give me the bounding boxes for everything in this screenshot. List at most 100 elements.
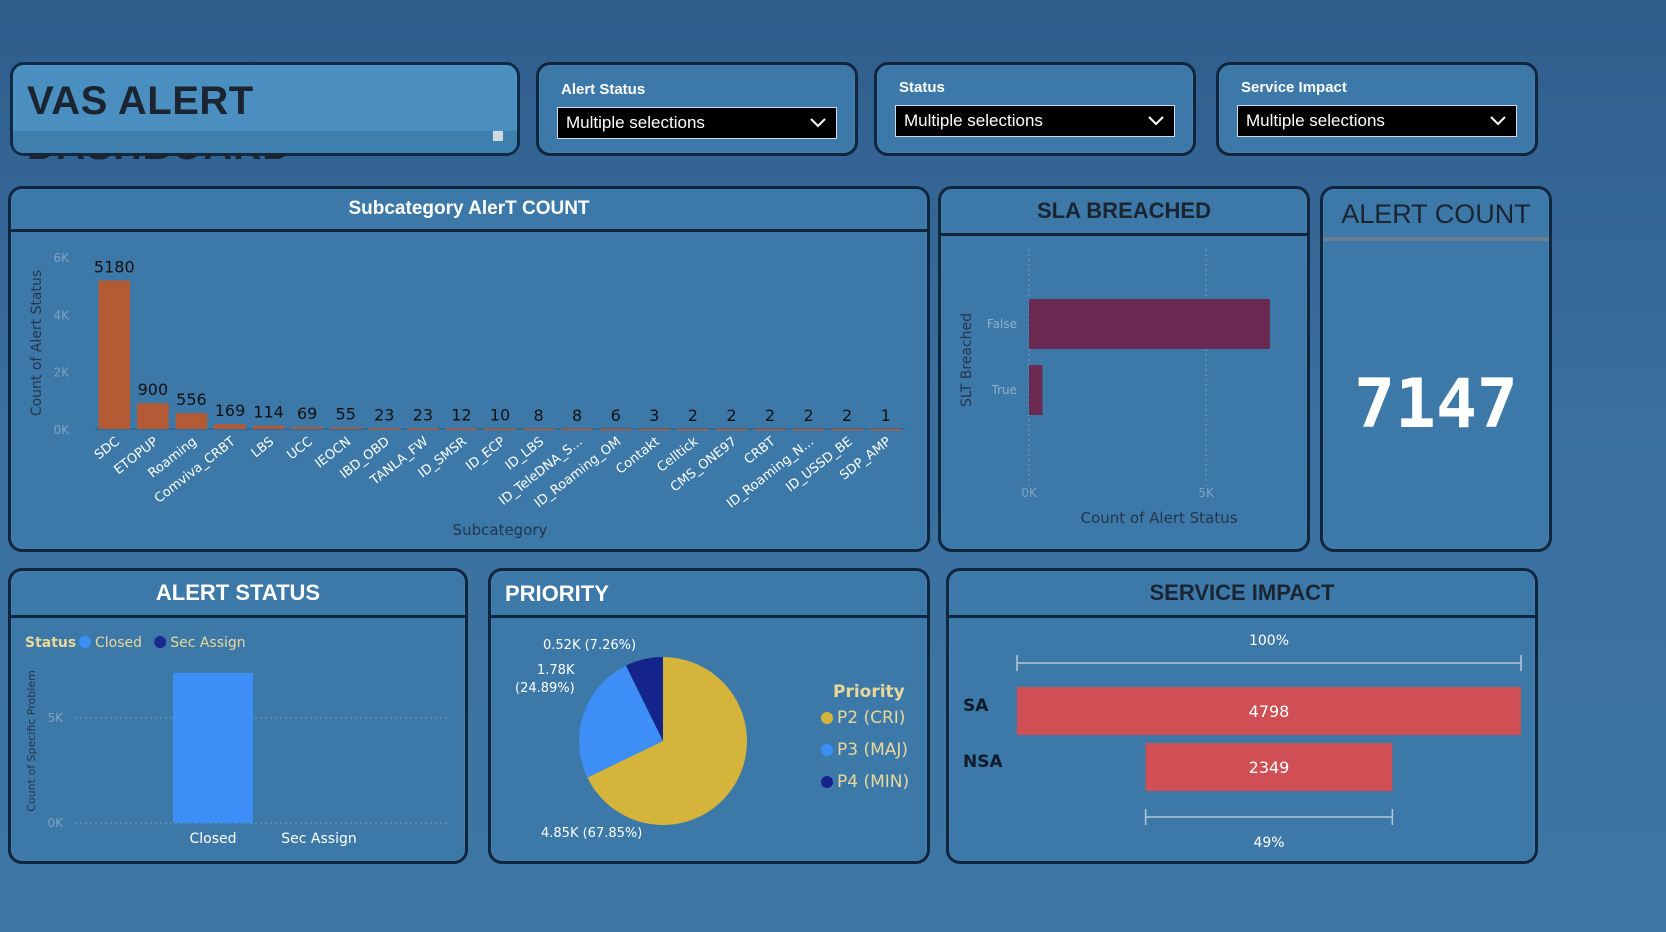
data-label: 114 <box>253 403 284 422</box>
data-label: 6 <box>611 406 621 425</box>
bar <box>173 672 253 823</box>
card-title-underline <box>1323 237 1549 241</box>
category-label: Closed <box>189 831 236 847</box>
slicer-label: Service Impact <box>1241 79 1347 96</box>
priority-pie-chart: 0.52K (7.26%) 1.78K (24.89%) 4.85K (67.85%)… <box>515 638 909 841</box>
legend-label: P4 (MIN) <box>837 772 909 792</box>
legend-title: Status <box>25 635 76 651</box>
data-label: 2 <box>726 406 736 425</box>
alert-count-value: 7147 <box>1354 365 1518 444</box>
x-axis-label: Count of Alert Status <box>1081 509 1238 527</box>
bar <box>677 428 709 431</box>
category-label: CMS_ONE97 <box>668 434 740 495</box>
bar <box>561 428 593 431</box>
bar <box>869 428 902 431</box>
data-label: 55 <box>336 404 356 423</box>
bar <box>792 428 825 431</box>
funnel-bottom-label: 49% <box>1253 835 1284 851</box>
y-axis-label: Count of Specific Problem <box>25 670 38 812</box>
data-label: 2 <box>842 406 852 425</box>
category-label: NSA <box>963 752 1003 772</box>
panel-title-divider <box>491 615 927 618</box>
service-impact-dropdown[interactable]: Multiple selections <box>1237 105 1517 137</box>
bar <box>484 428 516 431</box>
legend-marker <box>154 636 167 648</box>
sla-breached-panel: SLA BREACHED 0K 5K False True SLT Breached Co… <box>938 186 1310 552</box>
y-tick-label: 0K <box>47 816 64 830</box>
data-label: 556 <box>176 390 207 409</box>
legend-marker <box>821 744 833 756</box>
alert-status-panel: ALERT STATUS Status Closed Sec Assign 0K 5K C… <box>8 568 468 864</box>
card-title: ALERT COUNT <box>1341 199 1531 229</box>
legend-marker <box>79 636 91 648</box>
category-label: True <box>991 383 1018 397</box>
slicer-label: Status <box>899 79 945 96</box>
data-label: 69 <box>297 404 317 423</box>
category-label: ID_ECP <box>463 434 508 474</box>
dashboard-title-panel: VAS ALERT DASHBOARD <box>10 62 520 168</box>
funnel-top-label: 100% <box>1249 633 1289 649</box>
y-axis-label: SLT Breached <box>959 313 975 407</box>
category-label: Contakt <box>613 434 662 477</box>
bar <box>1029 365 1043 415</box>
dropdown-value: Multiple selections <box>1246 111 1385 130</box>
status-dropdown[interactable]: Multiple selections <box>895 105 1175 137</box>
x-tick-label: 5K <box>1198 486 1215 500</box>
chevron-down-icon <box>1490 116 1506 126</box>
slice-label: 1.78K <box>537 663 575 678</box>
y-tick-label: 5K <box>47 711 64 725</box>
dropdown-value: Multiple selections <box>904 111 1043 130</box>
priority-panel: PRIORITY 0.52K (7.26%) 1.78K (24.89%) 4.85K… <box>488 568 930 864</box>
legend-title: Priority <box>833 682 905 702</box>
y-tick-label: 2K <box>53 366 70 380</box>
subcategory-chart-panel: Subcategory AlerT COUNT 0K 2K 4K 6K Count of… <box>8 186 930 552</box>
bar <box>175 413 208 429</box>
data-label: 900 <box>138 380 169 399</box>
y-axis-label: Count of Alert Status <box>29 270 45 416</box>
legend-marker <box>821 712 833 724</box>
category-label: LBS <box>249 434 277 461</box>
slice-label: 0.52K (7.26%) <box>543 638 636 653</box>
category-label: SA <box>963 696 989 716</box>
bar <box>715 428 748 431</box>
data-label: 8 <box>533 406 543 425</box>
legend-label: Closed <box>95 635 142 651</box>
alert-count-card: ALERT COUNT 7147 <box>1320 186 1552 552</box>
bar <box>638 428 671 431</box>
bar <box>137 403 169 429</box>
subcategory-bar-chart: 0K 2K 4K 6K Count of Alert Status Subcategory… <box>29 251 905 539</box>
data-label: 8 <box>572 406 582 425</box>
panel-title: Subcategory AlerT COUNT <box>11 189 927 232</box>
panel-title: ALERT STATUS <box>11 571 465 618</box>
alert-status-dropdown[interactable]: Multiple selections <box>557 107 837 139</box>
bar <box>599 428 632 431</box>
legend-label: P2 (CRI) <box>837 708 905 728</box>
data-label: 12 <box>451 406 471 425</box>
data-label: 23 <box>374 405 394 424</box>
category-label: UCC <box>285 434 316 463</box>
alert-status-bar-chart: Status Closed Sec Assign 0K 5K Count of Speci… <box>25 635 451 847</box>
service-impact-slicer: Service Impact Multiple selections <box>1216 62 1538 156</box>
bar <box>368 428 401 430</box>
resize-handle-icon <box>493 131 503 141</box>
bar <box>1029 299 1270 349</box>
sla-breached-bar-chart: 0K 5K False True SLT Breached Count of Alert … <box>959 249 1270 527</box>
bar <box>252 425 285 429</box>
y-tick-label: 4K <box>53 308 70 322</box>
slice-label: (24.89%) <box>515 681 575 696</box>
data-label: 2 <box>803 406 813 425</box>
panel-title: SLA BREACHED <box>941 189 1307 236</box>
service-impact-panel: SERVICE IMPACT 100% 4798 SA 2349 NSA 49% <box>946 568 1538 864</box>
dropdown-value: Multiple selections <box>566 113 705 132</box>
x-tick-label: 0K <box>1021 486 1038 500</box>
data-label: 4798 <box>1249 702 1290 721</box>
panel-title: PRIORITY <box>505 581 609 606</box>
data-label: 169 <box>215 401 246 420</box>
bar <box>445 428 478 431</box>
chevron-down-icon <box>810 118 826 128</box>
data-label: 3 <box>649 406 659 425</box>
bar <box>754 428 786 431</box>
bar <box>291 427 323 429</box>
data-label: 5180 <box>94 258 135 277</box>
x-axis-label: Subcategory <box>453 521 548 539</box>
